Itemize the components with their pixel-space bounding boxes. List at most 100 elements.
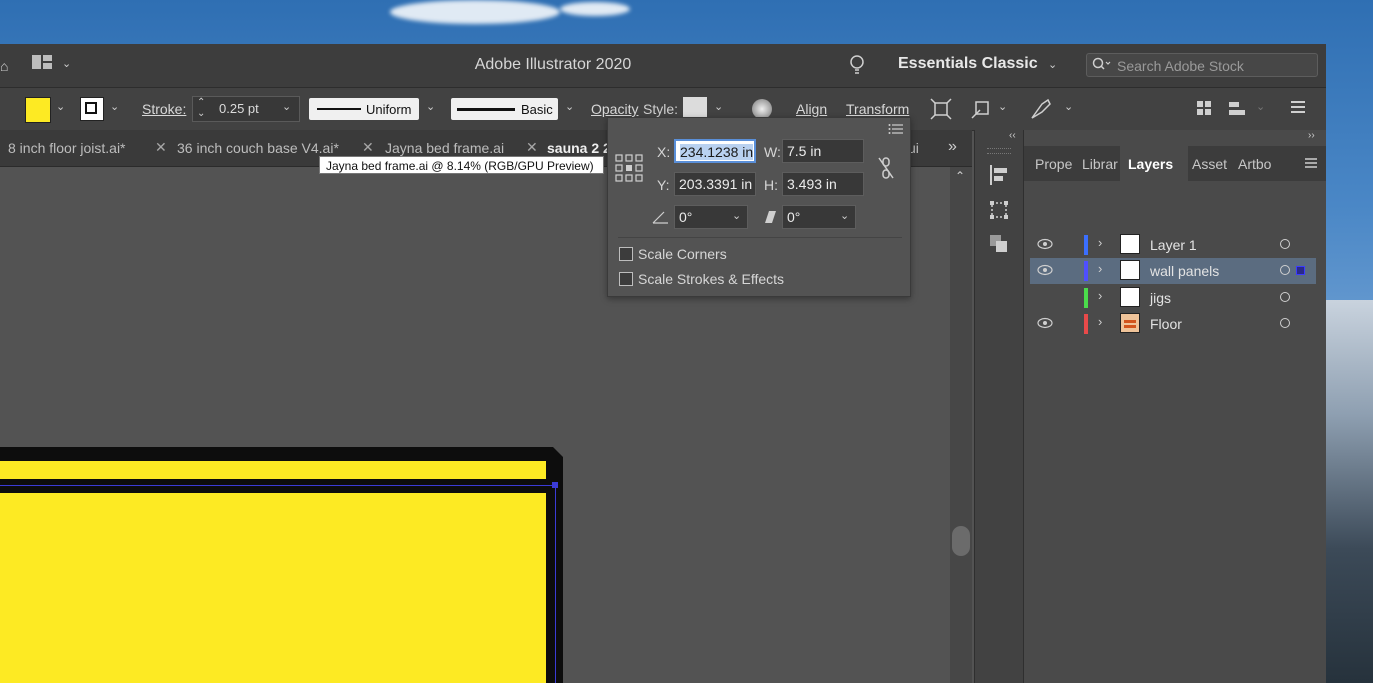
y-input[interactable]: 203.3391 in <box>674 172 756 196</box>
layer-name[interactable]: wall panels <box>1150 263 1219 279</box>
document-tab[interactable]: Jayna bed frame.ai <box>385 140 504 156</box>
layers-panel: ›› Prope Librar Layers Asset Artbo › Lay… <box>1024 130 1326 683</box>
shear-icon <box>760 209 780 230</box>
tab-libraries[interactable]: Librar <box>1082 156 1118 172</box>
eye-icon[interactable] <box>1037 263 1053 281</box>
puppet-warp-icon[interactable] <box>1030 98 1052 125</box>
eye-icon[interactable] <box>1037 237 1053 255</box>
arrange-icon[interactable] <box>1196 100 1212 123</box>
chevron-down-icon[interactable]: ⌄ <box>282 100 291 113</box>
layer-row[interactable]: › Layer 1 <box>1030 232 1316 258</box>
constrain-proportions-icon[interactable] <box>877 156 895 185</box>
target-circle-icon[interactable] <box>1280 239 1290 249</box>
layer-row[interactable]: › Floor <box>1030 311 1316 337</box>
target-circle-icon[interactable] <box>1280 265 1290 275</box>
chevron-down-icon[interactable]: ⌄ <box>732 209 741 222</box>
chevron-down-icon[interactable]: ⌄ <box>998 100 1007 113</box>
layer-row[interactable]: › jigs <box>1030 285 1316 311</box>
document-tab-active[interactable]: sauna 2 2 <box>547 140 611 156</box>
expand-chevron-icon[interactable]: › <box>1098 261 1102 276</box>
scale-strokes-label[interactable]: Scale Strokes & Effects <box>638 271 784 287</box>
fill-swatch[interactable] <box>25 97 51 123</box>
brush-definition[interactable]: Basic <box>451 98 558 120</box>
more-tabs-icon[interactable]: » <box>948 138 957 156</box>
scale-strokes-checkbox[interactable] <box>619 272 633 286</box>
layer-name[interactable]: Floor <box>1150 316 1182 332</box>
align-link[interactable]: Align <box>796 101 827 117</box>
popover-menu-icon[interactable] <box>888 122 904 140</box>
scroll-up-icon[interactable]: ⌃ <box>955 169 965 183</box>
chevron-down-icon[interactable]: ⌄ <box>56 100 65 113</box>
h-input[interactable]: 3.493 in <box>782 172 864 196</box>
transform-tool-icon[interactable] <box>970 98 992 125</box>
style-label: Style: <box>643 101 679 117</box>
stock-search[interactable] <box>1086 53 1318 77</box>
eye-icon[interactable] <box>1037 316 1053 334</box>
tab-artboards[interactable]: Artbo <box>1238 156 1271 172</box>
artwork-panel[interactable] <box>0 493 546 683</box>
close-icon[interactable]: ✕ <box>362 139 374 156</box>
expand-chevron-icon[interactable]: › <box>1098 314 1102 329</box>
reference-point-icon[interactable] <box>615 154 643 187</box>
panel-menu-icon[interactable] <box>1290 100 1306 119</box>
expand-chevron-icon[interactable]: › <box>1098 235 1102 250</box>
tab-properties[interactable]: Prope <box>1035 156 1072 172</box>
isolate-object-icon[interactable] <box>930 98 952 125</box>
scale-corners-checkbox[interactable] <box>619 247 633 261</box>
chevron-down-icon[interactable]: ⌄ <box>426 100 435 113</box>
layer-name[interactable]: Layer 1 <box>1150 237 1197 253</box>
scale-corners-label[interactable]: Scale Corners <box>638 246 727 262</box>
chevron-down-icon[interactable]: ⌄ <box>714 100 723 113</box>
transform-link[interactable]: Transform <box>846 101 909 117</box>
stroke-label[interactable]: Stroke: <box>142 101 186 117</box>
panel-tab-bar: Prope Librar Layers Asset Artbo <box>1024 146 1326 181</box>
chevron-down-icon[interactable]: ⌄ <box>110 100 119 113</box>
tab-layers[interactable]: Layers <box>1128 156 1173 172</box>
lightbulb-icon[interactable] <box>849 54 865 81</box>
transform-panel-icon[interactable] <box>989 200 1009 225</box>
distribute-icon[interactable] <box>1228 100 1248 123</box>
x-input[interactable]: 234.1238 in <box>674 139 756 163</box>
tab-assets[interactable]: Asset <box>1192 156 1227 172</box>
workspace-switcher[interactable]: Essentials Classic <box>898 55 1038 73</box>
chevron-down-icon[interactable]: ⌄ <box>1064 100 1073 113</box>
collapse-icon[interactable]: ›› <box>1308 130 1315 141</box>
vertical-scrollbar[interactable]: ⌃ <box>950 167 972 683</box>
collapse-icon[interactable]: ‹‹ <box>1009 130 1016 141</box>
chevron-down-icon[interactable]: ⌄ <box>565 100 574 113</box>
close-icon[interactable]: ✕ <box>526 139 538 156</box>
layer-name[interactable]: jigs <box>1150 290 1171 306</box>
stroke-swatch[interactable] <box>80 97 104 121</box>
chevron-down-icon[interactable]: ⌄ <box>1256 100 1265 113</box>
w-input[interactable]: 7.5 in <box>782 139 864 163</box>
pathfinder-panel-icon[interactable] <box>989 234 1009 259</box>
opacity-link[interactable]: Opacity <box>591 101 638 117</box>
chevron-down-icon[interactable]: ⌄ <box>840 209 849 222</box>
target-circle-icon[interactable] <box>1280 318 1290 328</box>
selection-bound <box>0 485 556 486</box>
search-icon <box>1092 57 1112 74</box>
w-label: W: <box>764 144 781 160</box>
expand-chevron-icon[interactable]: › <box>1098 288 1102 303</box>
h-label: H: <box>764 177 778 193</box>
variable-width-profile[interactable]: Uniform <box>309 98 419 120</box>
chevron-down-icon[interactable]: ⌄ <box>1048 58 1057 71</box>
desktop-mountain <box>1325 300 1373 683</box>
scrollbar-thumb[interactable] <box>952 526 970 556</box>
document-tab[interactable]: 36 inch couch base V4.ai* <box>177 140 339 156</box>
artwork-top-rail[interactable] <box>0 461 546 479</box>
align-panel-icon[interactable] <box>989 164 1009 191</box>
search-input[interactable] <box>1115 57 1314 75</box>
selection-handle[interactable] <box>552 482 558 488</box>
recolor-artwork-icon[interactable] <box>752 99 772 119</box>
style-swatch[interactable] <box>683 97 707 119</box>
close-icon[interactable]: ✕ <box>155 139 167 156</box>
layer-row-selected[interactable]: › wall panels <box>1030 258 1316 284</box>
document-tab[interactable]: 8 inch floor joist.ai* <box>8 140 126 156</box>
panel-menu-icon[interactable] <box>1304 156 1318 174</box>
target-circle-icon[interactable] <box>1280 292 1290 302</box>
y-label: Y: <box>657 177 670 193</box>
rotate-angle-icon <box>651 209 671 230</box>
selection-indicator[interactable] <box>1296 266 1305 275</box>
stepper-icon[interactable]: ⌃ ⌄ <box>197 97 205 119</box>
